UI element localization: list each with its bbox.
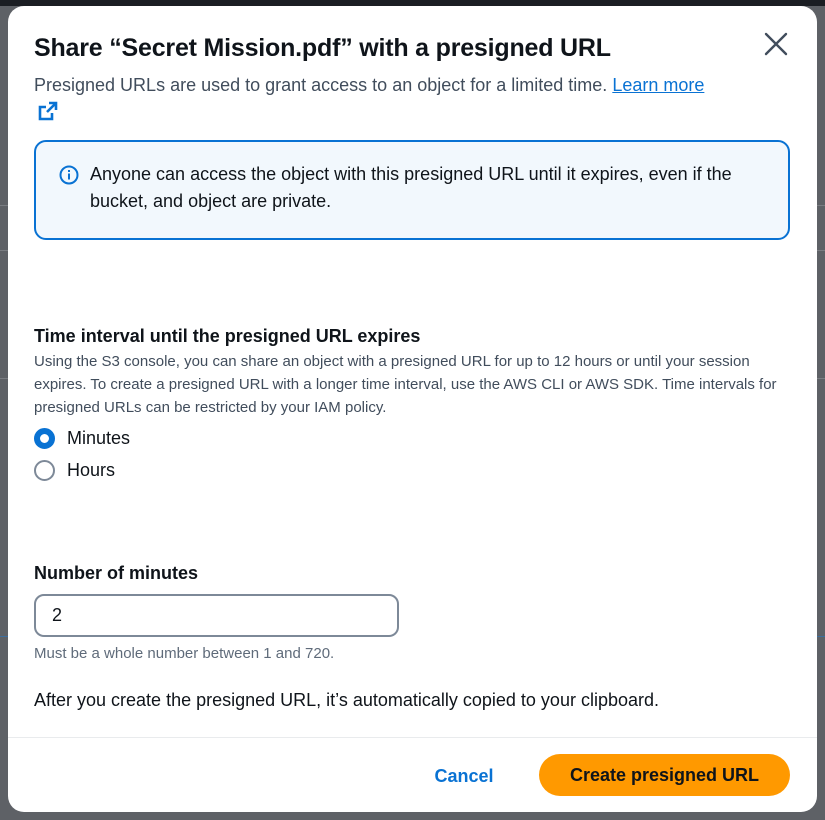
- modal-title: Share “Secret Mission.pdf” with a presig…: [34, 34, 611, 62]
- close-button[interactable]: [760, 28, 792, 60]
- minutes-constraint: Must be a whole number between 1 and 720…: [34, 645, 335, 662]
- radio-hours-label: Hours: [67, 459, 116, 480]
- info-icon: [59, 165, 79, 185]
- minutes-label: Number of minutes: [34, 563, 199, 583]
- time-interval-field: Time interval until the presigned URL ex…: [34, 324, 794, 486]
- radio-minutes-label: Minutes: [67, 427, 131, 448]
- modal-header: Share “Secret Mission.pdf” with a presig…: [34, 32, 734, 64]
- info-alert: Anyone can access the object with this p…: [34, 140, 790, 240]
- create-presigned-url-button[interactable]: Create presigned URL: [539, 754, 790, 796]
- learn-more-link[interactable]: Learn more: [612, 75, 704, 95]
- radio-hours[interactable]: [34, 459, 55, 481]
- footer-divider: [8, 737, 817, 738]
- share-presigned-url-modal: Share “Secret Mission.pdf” with a presig…: [8, 6, 817, 812]
- learn-more-label: Learn more: [612, 75, 705, 95]
- cancel-button[interactable]: Cancel: [414, 758, 514, 794]
- alert-text: Anyone can access the object with this p…: [90, 164, 732, 211]
- minutes-field: Number of minutes Must be a whole number…: [34, 561, 794, 663]
- modal-description-text: Presigned URLs are used to grant access …: [34, 75, 608, 95]
- external-link-icon: [38, 101, 58, 121]
- clipboard-note: After you create the presigned URL, it’s…: [34, 690, 659, 710]
- time-interval-description: Using the S3 console, you can share an o…: [34, 353, 777, 416]
- modal-description: Presigned URLs are used to grant access …: [34, 72, 714, 126]
- minutes-input[interactable]: [34, 594, 399, 637]
- radio-minutes[interactable]: [34, 427, 55, 449]
- close-icon: [764, 32, 788, 56]
- time-interval-label: Time interval until the presigned URL ex…: [34, 326, 421, 346]
- radio-option-hours[interactable]: Hours: [34, 454, 794, 486]
- time-unit-radio-group: Minutes Hours: [34, 422, 794, 486]
- radio-option-minutes[interactable]: Minutes: [34, 422, 794, 454]
